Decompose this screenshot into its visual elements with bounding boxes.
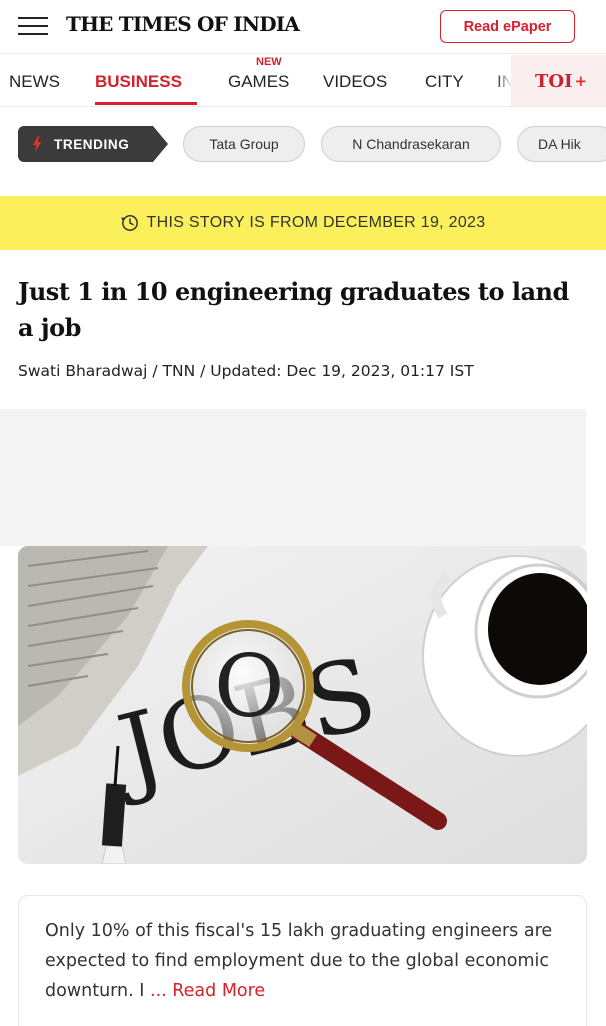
plus-icon: + [574, 72, 588, 90]
nav-item-business[interactable]: BUSINESS [95, 72, 182, 92]
nav-item-news[interactable]: NEWS [9, 72, 60, 92]
trending-label-tag: TRENDING [18, 126, 168, 162]
article-summary: Only 10% of this fiscal's 15 lakh gradua… [18, 895, 587, 1026]
story-date-text: THIS STORY IS FROM DECEMBER 19, 2023 [146, 214, 486, 231]
menu-icon[interactable] [18, 17, 48, 37]
summary-text: Only 10% of this fiscal's 15 lakh gradua… [45, 916, 585, 1006]
nav-item-videos[interactable]: VIDEOS [323, 72, 387, 92]
article-headline: Just 1 in 10 engineering graduates to la… [18, 277, 569, 342]
trending-bar: TRENDING Tata Group N Chandrasekaran DA … [0, 107, 606, 177]
read-more-link[interactable]: Read More [172, 981, 265, 1001]
section-nav: NEWS BUSINESS NEW GAMES VIDEOS CITY IN T… [0, 55, 606, 107]
site-header: THE TIMES OF INDIA Read ePaper [0, 0, 606, 54]
svg-text:O: O [214, 637, 285, 737]
jobs-illustration: JOBS O [18, 546, 587, 864]
nav-item-games[interactable]: GAMES [228, 72, 289, 92]
trending-chip-da-hike[interactable]: DA Hik [517, 126, 606, 162]
toi-plus-label: TOI [535, 70, 573, 92]
read-epaper-button[interactable]: Read ePaper [440, 10, 575, 43]
read-more-ellipsis[interactable]: ... [150, 981, 172, 1001]
trending-label: TRENDING [54, 136, 130, 152]
new-badge: NEW [256, 56, 282, 68]
site-logo[interactable]: THE TIMES OF INDIA [66, 12, 300, 36]
trending-chip-n-chandrasekaran[interactable]: N Chandrasekaran [321, 126, 501, 162]
story-date-banner: THIS STORY IS FROM DECEMBER 19, 2023 [0, 196, 606, 250]
article-image[interactable]: JOBS O [18, 546, 587, 864]
summary-body: Only 10% of this fiscal's 15 lakh gradua… [45, 921, 553, 1001]
nav-item-city[interactable]: CITY [425, 72, 464, 92]
clock-icon [120, 215, 138, 231]
trending-chip-tata-group[interactable]: Tata Group [183, 126, 305, 162]
toi-plus-button[interactable]: TOI + [511, 55, 606, 106]
ad-placeholder [0, 409, 586, 546]
active-tab-indicator [95, 102, 197, 105]
flame-icon [33, 136, 41, 152]
article-byline: Swati Bharadwaj / TNN / Updated: Dec 19,… [18, 362, 474, 380]
